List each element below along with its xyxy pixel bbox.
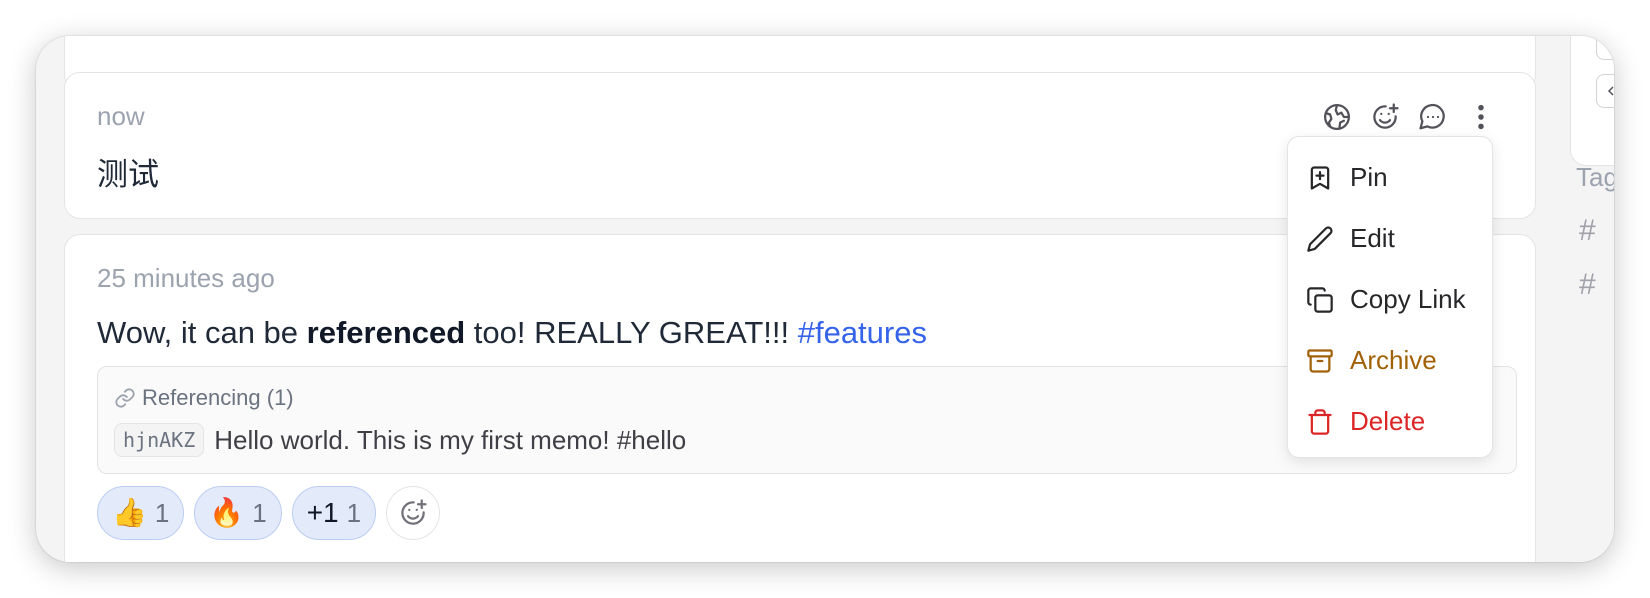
sidebar-button[interactable] (1596, 36, 1614, 60)
memo-timestamp: now (97, 101, 145, 131)
memo-timestamp: 25 minutes ago (97, 263, 275, 293)
menu-item-archive[interactable]: Archive (1288, 330, 1492, 391)
comment-icon[interactable] (1415, 99, 1451, 135)
memo-text: Wow, it can be (97, 315, 307, 350)
add-reaction-icon (401, 499, 427, 525)
visibility-icon[interactable] (1319, 99, 1355, 135)
sidebar-button[interactable] (1596, 74, 1614, 108)
reaction-count: 1 (252, 497, 267, 528)
referenced-memo-link[interactable]: hjnAKZ Hello world. This is my first mem… (114, 423, 686, 457)
chevron-left-icon (1607, 86, 1614, 96)
memo-content: 测试 (97, 157, 159, 193)
referenced-memo-text: Hello world. This is my first memo! #hel… (214, 424, 687, 455)
menu-item-label: Pin (1350, 162, 1388, 192)
menu-item-edit[interactable]: Edit (1288, 208, 1492, 269)
menu-item-label: Archive (1350, 345, 1437, 375)
plus-one-label: +1 (306, 497, 339, 528)
menu-item-pin[interactable]: Pin (1288, 147, 1492, 208)
app-window: now 测试 25 minutes ago Wow, it can be ref… (36, 36, 1614, 562)
memo-bold-text: referenced (306, 315, 466, 350)
referencing-label: Referencing (1) (142, 385, 294, 410)
reaction-count: 1 (346, 497, 362, 528)
archive-icon (1307, 348, 1333, 373)
pencil-icon (1307, 225, 1333, 252)
memo-id-badge: hjnAKZ (114, 423, 205, 457)
sidebar-tag-item[interactable]: # (1579, 214, 1596, 248)
menu-item-label: Edit (1350, 223, 1395, 253)
thumbs-up-emoji: 👍 (112, 497, 147, 528)
add-reaction-icon[interactable] (1367, 99, 1403, 135)
menu-item-label: Copy Link (1350, 284, 1466, 314)
bookmark-plus-icon (1310, 165, 1330, 190)
reactions-bar: 👍 1 🔥 1 +1 1 (97, 486, 441, 540)
trash-icon (1308, 408, 1332, 435)
menu-item-delete[interactable]: Delete (1288, 391, 1492, 452)
reaction-count: 1 (154, 497, 170, 528)
memo-content: Wow, it can be referenced too! REALLY GR… (97, 315, 927, 351)
menu-item-copy-link[interactable]: Copy Link (1288, 269, 1492, 330)
memo-text: too! REALLY GREAT!!! (465, 315, 798, 350)
link-icon (115, 388, 135, 408)
reaction-thumbs-up[interactable]: 👍 1 (97, 486, 185, 540)
more-vertical-icon[interactable] (1463, 99, 1499, 135)
add-reaction-button[interactable] (386, 486, 441, 540)
memo-actions (1319, 99, 1499, 135)
copy-icon (1307, 286, 1333, 313)
reaction-plus-one[interactable]: +1 1 (291, 486, 377, 540)
sidebar-tag-item[interactable]: # (1579, 268, 1596, 302)
fire-emoji: 🔥 (209, 497, 245, 528)
reaction-fire[interactable]: 🔥 1 (194, 486, 282, 540)
more-actions-menu: Pin Edit Copy Link Archive Delete (1287, 136, 1493, 458)
referencing-header: Referencing (1) (114, 385, 294, 411)
tags-section-title: Tags (1576, 162, 1614, 192)
menu-item-label: Delete (1350, 406, 1426, 436)
tag-link-features[interactable]: #features (798, 315, 927, 350)
